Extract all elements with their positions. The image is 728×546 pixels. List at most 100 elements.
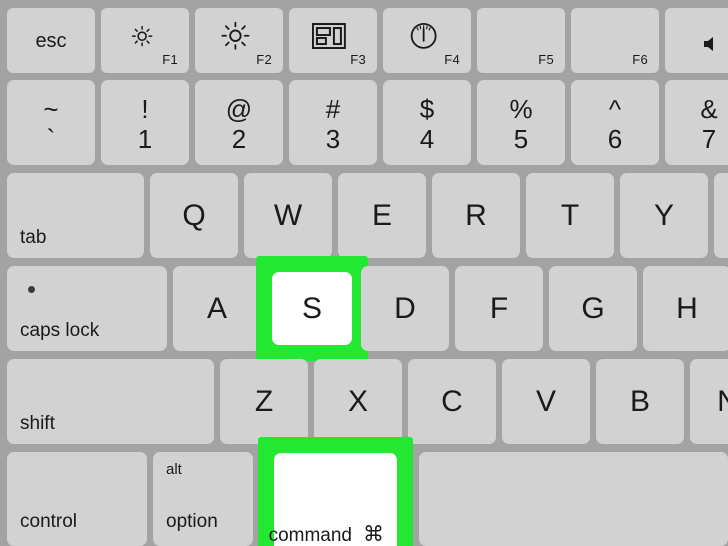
key-tilde-lower: ` (46, 124, 56, 154)
key-f7-volume[interactable] (665, 8, 728, 73)
key-7[interactable]: & 7 (665, 80, 728, 165)
key-f1[interactable]: F1 (101, 8, 189, 73)
key-g[interactable]: G (549, 266, 637, 351)
caps-lock-led-icon (28, 286, 35, 293)
key-t[interactable]: T (526, 173, 614, 258)
key-b[interactable]: B (596, 359, 684, 444)
key-c[interactable]: C (408, 359, 496, 444)
mission-control-icon (311, 22, 346, 54)
key-e[interactable]: E (338, 173, 426, 258)
key-w[interactable]: W (244, 173, 332, 258)
key-d-label: D (394, 291, 416, 325)
key-esc[interactable]: esc (7, 8, 95, 73)
key-4-lower: 4 (419, 124, 435, 154)
key-tilde-upper: ~ (43, 94, 59, 124)
key-g-label: G (581, 291, 605, 325)
key-f3[interactable]: F3 (289, 8, 377, 73)
key-q-label: Q (182, 198, 206, 232)
dashboard-gauge-icon (410, 21, 438, 54)
highlight-frame-s: S (256, 256, 368, 361)
key-q[interactable]: Q (150, 173, 238, 258)
key-spacebar[interactable] (419, 452, 728, 546)
brightness-down-icon (130, 24, 154, 53)
key-7-lower: 7 (701, 124, 717, 154)
brightness-up-icon (220, 20, 250, 55)
key-7-upper: & (700, 94, 718, 124)
key-y-label: Y (653, 198, 674, 232)
key-1[interactable]: ! 1 (101, 80, 189, 165)
key-y[interactable]: Y (620, 173, 708, 258)
key-shift[interactable]: shift (7, 359, 214, 444)
key-5-lower: 5 (513, 124, 529, 154)
key-z-label: Z (254, 384, 274, 418)
key-v-label: V (535, 384, 556, 418)
key-f3-label: F3 (350, 52, 366, 67)
key-tilde[interactable]: ~ ` (7, 80, 95, 165)
key-f4[interactable]: F4 (383, 8, 471, 73)
key-r[interactable]: R (432, 173, 520, 258)
key-tab[interactable]: tab (7, 173, 144, 258)
key-5-upper: % (509, 94, 533, 124)
volume-icon (703, 34, 725, 59)
key-f5-label: F5 (538, 52, 554, 67)
key-control[interactable]: control (7, 452, 147, 546)
key-h-label: H (676, 291, 698, 325)
key-x[interactable]: X (314, 359, 402, 444)
key-2-lower: 2 (231, 124, 247, 154)
key-s[interactable]: S (272, 272, 352, 345)
key-a[interactable]: A (173, 266, 261, 351)
key-3-lower: 3 (325, 124, 341, 154)
key-command-text: command (268, 525, 352, 546)
key-f2[interactable]: F2 (195, 8, 283, 73)
key-caps-lock-label: caps lock (20, 320, 100, 341)
key-5[interactable]: % 5 (477, 80, 565, 165)
key-z[interactable]: Z (220, 359, 308, 444)
key-3[interactable]: # 3 (289, 80, 377, 165)
key-s-label: S (301, 291, 322, 325)
key-b-label: B (629, 384, 650, 418)
key-a-label: A (206, 291, 227, 325)
key-command[interactable]: command ⌘ (269, 453, 397, 546)
key-h[interactable]: H (643, 266, 728, 351)
key-esc-label: esc (35, 29, 67, 52)
key-d[interactable]: D (361, 266, 449, 351)
key-e-label: E (371, 198, 392, 232)
key-n[interactable]: N (690, 359, 728, 444)
key-command-label: command ⌘ (269, 524, 384, 545)
key-2[interactable]: @ 2 (195, 80, 283, 165)
key-tab-label: tab (20, 227, 47, 248)
key-f6[interactable]: F6 (571, 8, 659, 73)
key-f-label: F (489, 291, 509, 325)
key-2-upper: @ (225, 94, 253, 124)
key-3-upper: # (325, 94, 341, 124)
key-6-lower: 6 (607, 124, 623, 154)
command-glyph-icon: ⌘ (363, 523, 384, 546)
key-control-label: control (20, 511, 78, 532)
key-w-label: W (273, 198, 303, 232)
key-x-label: X (347, 384, 368, 418)
key-6[interactable]: ^ 6 (571, 80, 659, 165)
key-option-alt-label: alt (166, 461, 182, 478)
key-caps-lock[interactable]: caps lock (7, 266, 167, 351)
key-shift-label: shift (20, 413, 55, 434)
key-f5[interactable]: F5 (477, 8, 565, 73)
key-1-lower: 1 (137, 124, 153, 154)
key-t-label: T (560, 198, 580, 232)
key-f2-label: F2 (256, 52, 272, 67)
mac-keyboard-illustration: esc F1 F2 F3 F4 F5 F6 ~ ` ! 1 @ 2 # 3 $ … (0, 0, 728, 546)
highlight-frame-command: command ⌘ (258, 437, 413, 546)
key-4-upper: $ (419, 94, 435, 124)
key-option[interactable]: alt option (153, 452, 253, 546)
key-4[interactable]: $ 4 (383, 80, 471, 165)
key-f4-label: F4 (444, 52, 460, 67)
key-n-label: N (717, 384, 728, 418)
key-c-label: C (441, 384, 463, 418)
key-v[interactable]: V (502, 359, 590, 444)
key-f1-label: F1 (162, 52, 178, 67)
key-option-label: option (166, 511, 218, 532)
key-f[interactable]: F (455, 266, 543, 351)
key-f6-label: F6 (632, 52, 648, 67)
key-u-partial[interactable] (714, 173, 728, 258)
key-6-upper: ^ (608, 94, 622, 124)
key-r-label: R (465, 198, 487, 232)
